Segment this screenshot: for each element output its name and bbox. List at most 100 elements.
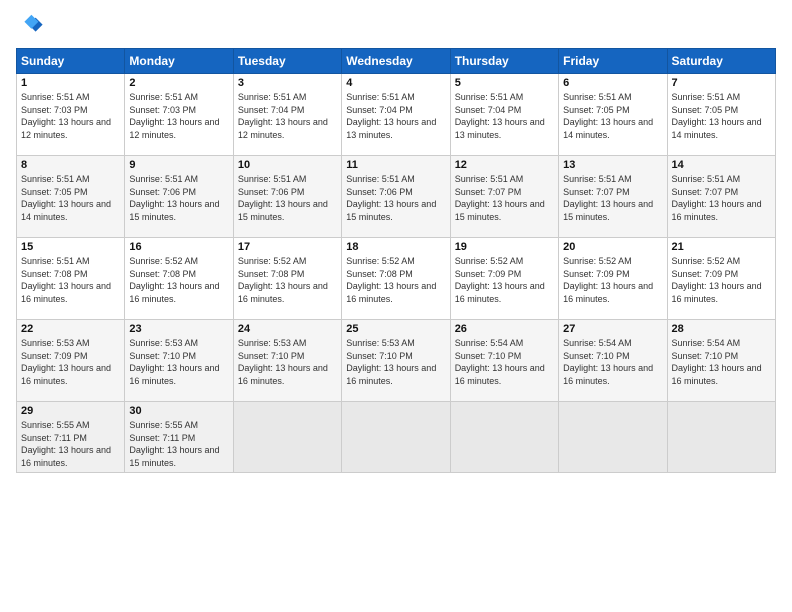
header [16,12,776,40]
day-info: Sunrise: 5:52 AMSunset: 7:08 PMDaylight:… [346,255,445,305]
day-info: Sunrise: 5:53 AMSunset: 7:10 PMDaylight:… [129,337,228,387]
calendar-cell: 30 Sunrise: 5:55 AMSunset: 7:11 PMDayligh… [125,402,233,473]
day-info: Sunrise: 5:55 AMSunset: 7:11 PMDaylight:… [129,419,228,469]
calendar-cell: 24 Sunrise: 5:53 AMSunset: 7:10 PMDayligh… [233,320,341,402]
calendar-cell: 1 Sunrise: 5:51 AMSunset: 7:03 PMDaylight… [17,74,125,156]
day-info: Sunrise: 5:51 AMSunset: 7:07 PMDaylight:… [455,173,554,223]
calendar-week-4: 22Sunrise: 5:53 AMSunset: 7:09 PMDayligh… [17,320,776,402]
calendar-cell: 16 Sunrise: 5:52 AMSunset: 7:08 PMDayligh… [125,238,233,320]
day-info: Sunrise: 5:55 AMSunset: 7:11 PMDaylight:… [21,419,120,469]
generalblue-icon [16,12,44,40]
calendar-cell: 27Sunrise: 5:54 AMSunset: 7:10 PMDayligh… [559,320,667,402]
day-number: 14 [672,159,771,171]
day-info: Sunrise: 5:51 AMSunset: 7:08 PMDaylight:… [21,255,120,305]
day-number: 2 [129,77,228,89]
calendar-week-5: 29 Sunrise: 5:55 AMSunset: 7:11 PMDayligh… [17,402,776,473]
calendar-cell: 18 Sunrise: 5:52 AMSunset: 7:08 PMDayligh… [342,238,450,320]
day-number: 3 [238,77,337,89]
day-number: 8 [21,159,120,171]
weekday-friday: Friday [559,49,667,74]
calendar-cell [233,402,341,473]
day-info: Sunrise: 5:53 AMSunset: 7:10 PMDaylight:… [346,337,445,387]
day-number: 16 [129,241,228,253]
day-number: 28 [672,323,771,335]
day-number: 10 [238,159,337,171]
day-info: Sunrise: 5:51 AMSunset: 7:04 PMDaylight:… [238,91,337,141]
calendar-cell: 5 Sunrise: 5:51 AMSunset: 7:04 PMDaylight… [450,74,558,156]
calendar-cell: 14 Sunrise: 5:51 AMSunset: 7:07 PMDayligh… [667,156,775,238]
calendar-cell: 3 Sunrise: 5:51 AMSunset: 7:04 PMDaylight… [233,74,341,156]
day-number: 25 [346,323,445,335]
calendar-cell: 7 Sunrise: 5:51 AMSunset: 7:05 PMDaylight… [667,74,775,156]
weekday-wednesday: Wednesday [342,49,450,74]
calendar-cell [450,402,558,473]
calendar-cell: 4 Sunrise: 5:51 AMSunset: 7:04 PMDaylight… [342,74,450,156]
day-info: Sunrise: 5:52 AMSunset: 7:09 PMDaylight:… [455,255,554,305]
calendar-cell: 17Sunrise: 5:52 AMSunset: 7:08 PMDayligh… [233,238,341,320]
calendar-week-1: 1 Sunrise: 5:51 AMSunset: 7:03 PMDaylight… [17,74,776,156]
calendar-cell: 10 Sunrise: 5:51 AMSunset: 7:06 PMDayligh… [233,156,341,238]
day-info: Sunrise: 5:51 AMSunset: 7:05 PMDaylight:… [21,173,120,223]
calendar-cell: 9Sunrise: 5:51 AMSunset: 7:06 PMDaylight… [125,156,233,238]
calendar-cell: 2 Sunrise: 5:51 AMSunset: 7:03 PMDaylight… [125,74,233,156]
day-number: 6 [563,77,662,89]
calendar-cell: 13Sunrise: 5:51 AMSunset: 7:07 PMDayligh… [559,156,667,238]
day-info: Sunrise: 5:51 AMSunset: 7:03 PMDaylight:… [129,91,228,141]
page: SundayMondayTuesdayWednesdayThursdayFrid… [0,0,792,612]
day-info: Sunrise: 5:51 AMSunset: 7:05 PMDaylight:… [672,91,771,141]
weekday-header-row: SundayMondayTuesdayWednesdayThursdayFrid… [17,49,776,74]
calendar-cell: 19Sunrise: 5:52 AMSunset: 7:09 PMDayligh… [450,238,558,320]
day-number: 21 [672,241,771,253]
calendar-cell: 28Sunrise: 5:54 AMSunset: 7:10 PMDayligh… [667,320,775,402]
calendar-cell: 15 Sunrise: 5:51 AMSunset: 7:08 PMDayligh… [17,238,125,320]
calendar-cell: 26 Sunrise: 5:54 AMSunset: 7:10 PMDayligh… [450,320,558,402]
day-number: 5 [455,77,554,89]
calendar-week-2: 8 Sunrise: 5:51 AMSunset: 7:05 PMDaylight… [17,156,776,238]
day-number: 24 [238,323,337,335]
calendar-cell [559,402,667,473]
calendar-cell: 25 Sunrise: 5:53 AMSunset: 7:10 PMDayligh… [342,320,450,402]
day-info: Sunrise: 5:52 AMSunset: 7:09 PMDaylight:… [563,255,662,305]
day-number: 27 [563,323,662,335]
calendar-cell: 8 Sunrise: 5:51 AMSunset: 7:05 PMDaylight… [17,156,125,238]
day-number: 26 [455,323,554,335]
weekday-saturday: Saturday [667,49,775,74]
day-number: 1 [21,77,120,89]
weekday-tuesday: Tuesday [233,49,341,74]
calendar-cell: 12 Sunrise: 5:51 AMSunset: 7:07 PMDayligh… [450,156,558,238]
day-info: Sunrise: 5:51 AMSunset: 7:04 PMDaylight:… [346,91,445,141]
weekday-monday: Monday [125,49,233,74]
day-info: Sunrise: 5:51 AMSunset: 7:03 PMDaylight:… [21,91,120,141]
calendar-cell [342,402,450,473]
day-number: 23 [129,323,228,335]
day-number: 12 [455,159,554,171]
calendar-cell: 11 Sunrise: 5:51 AMSunset: 7:06 PMDayligh… [342,156,450,238]
day-number: 20 [563,241,662,253]
day-info: Sunrise: 5:51 AMSunset: 7:07 PMDaylight:… [672,173,771,223]
calendar-cell: 20 Sunrise: 5:52 AMSunset: 7:09 PMDayligh… [559,238,667,320]
calendar-cell [667,402,775,473]
day-number: 9 [129,159,228,171]
day-info: Sunrise: 5:51 AMSunset: 7:04 PMDaylight:… [455,91,554,141]
day-number: 22 [21,323,120,335]
day-info: Sunrise: 5:51 AMSunset: 7:06 PMDaylight:… [346,173,445,223]
day-info: Sunrise: 5:51 AMSunset: 7:06 PMDaylight:… [238,173,337,223]
calendar-cell: 29 Sunrise: 5:55 AMSunset: 7:11 PMDayligh… [17,402,125,473]
weekday-sunday: Sunday [17,49,125,74]
day-number: 4 [346,77,445,89]
calendar-table: SundayMondayTuesdayWednesdayThursdayFrid… [16,48,776,473]
day-number: 11 [346,159,445,171]
day-number: 18 [346,241,445,253]
day-info: Sunrise: 5:51 AMSunset: 7:05 PMDaylight:… [563,91,662,141]
day-info: Sunrise: 5:54 AMSunset: 7:10 PMDaylight:… [455,337,554,387]
day-number: 30 [129,405,228,417]
day-info: Sunrise: 5:51 AMSunset: 7:07 PMDaylight:… [563,173,662,223]
day-number: 7 [672,77,771,89]
calendar-cell: 22Sunrise: 5:53 AMSunset: 7:09 PMDayligh… [17,320,125,402]
day-number: 29 [21,405,120,417]
day-number: 15 [21,241,120,253]
weekday-thursday: Thursday [450,49,558,74]
calendar-week-3: 15 Sunrise: 5:51 AMSunset: 7:08 PMDayligh… [17,238,776,320]
day-info: Sunrise: 5:52 AMSunset: 7:08 PMDaylight:… [129,255,228,305]
day-info: Sunrise: 5:53 AMSunset: 7:10 PMDaylight:… [238,337,337,387]
